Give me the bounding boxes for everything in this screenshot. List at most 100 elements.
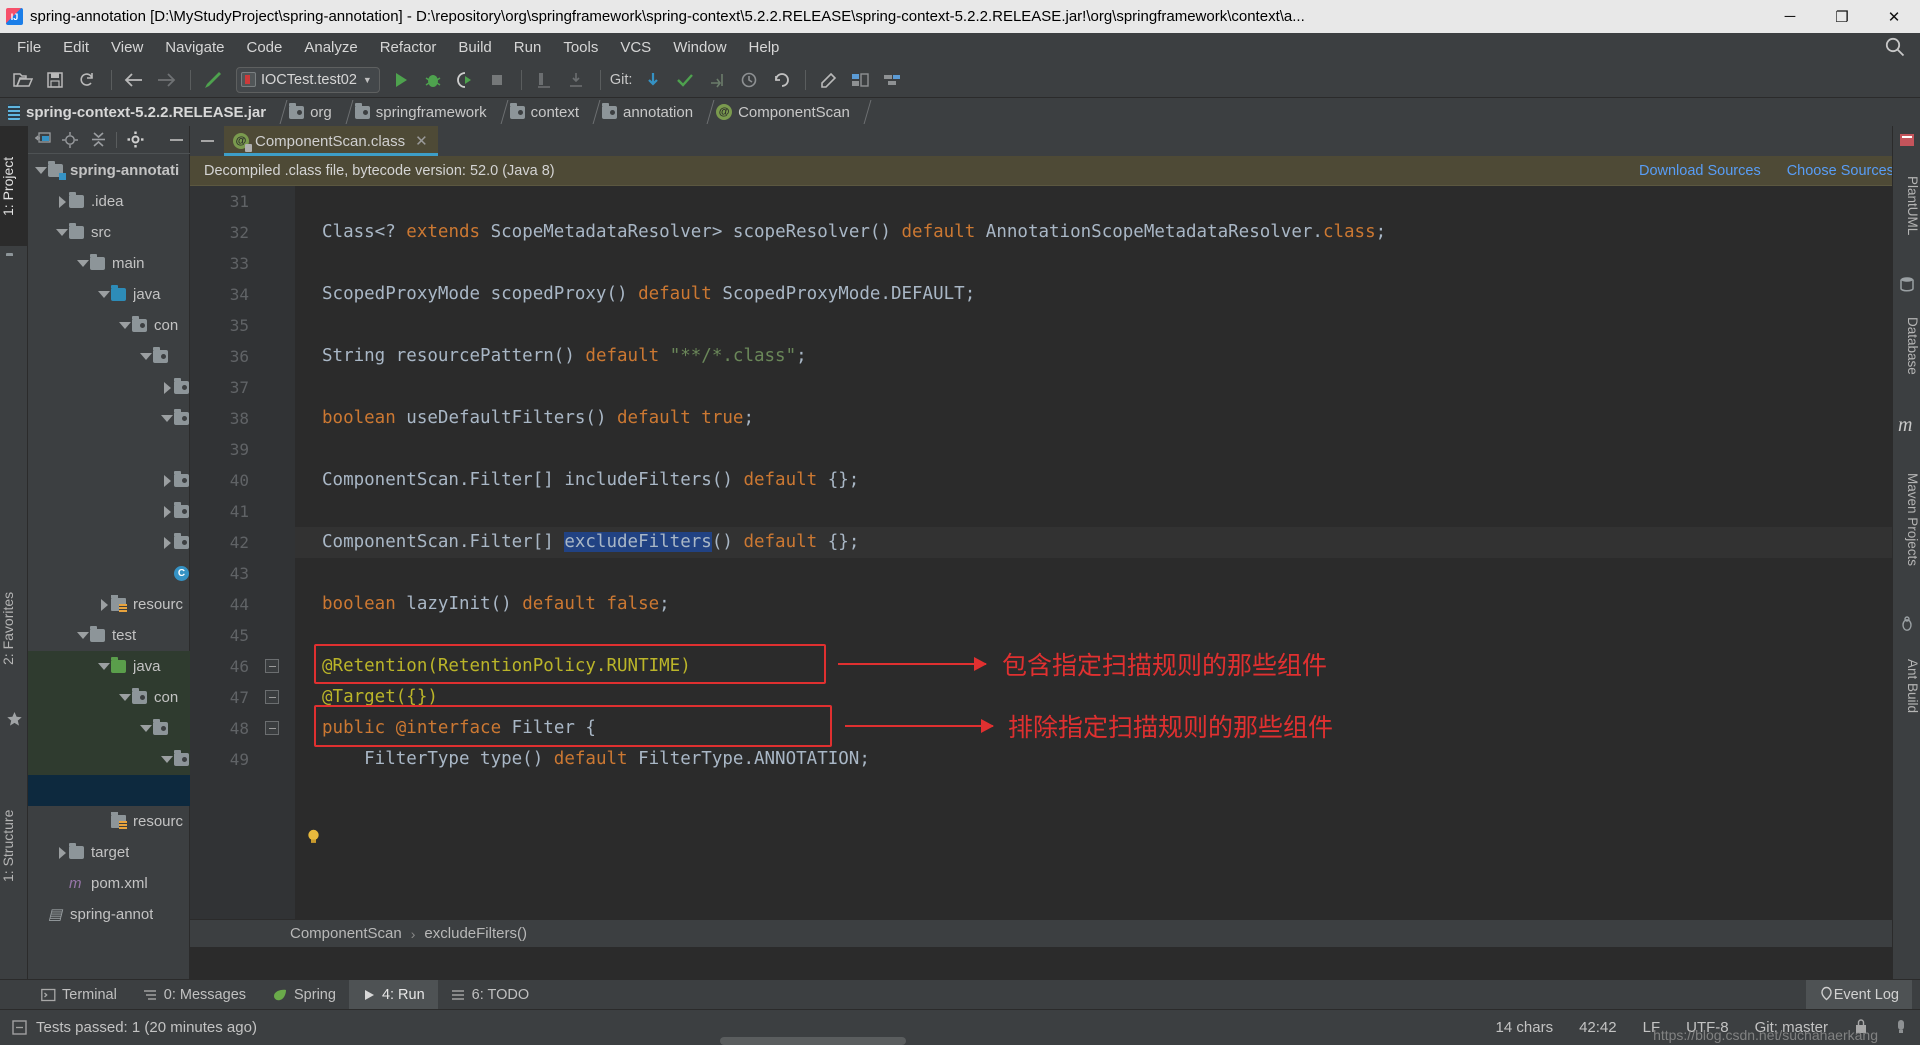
menu-view[interactable]: View (100, 36, 154, 59)
tree-row[interactable]: java (28, 279, 190, 310)
tree-row[interactable] (28, 372, 190, 403)
tree-row[interactable]: test (28, 620, 190, 651)
tree-row[interactable]: spring-annotati (28, 155, 190, 186)
breadcrumb-springframework[interactable]: springframework (354, 98, 490, 126)
tree-row[interactable]: m pom.xml (28, 868, 190, 899)
chevron-down-icon[interactable] (55, 229, 69, 236)
tree-row[interactable]: java (28, 651, 190, 682)
tree-row[interactable]: .idea (28, 186, 190, 217)
inspection-icon[interactable] (1894, 1018, 1908, 1038)
stop-icon[interactable] (482, 67, 512, 93)
tree-row[interactable]: con (28, 310, 190, 341)
tree-row[interactable] (28, 403, 190, 434)
tree-row[interactable] (28, 713, 190, 744)
forward-arrow-icon[interactable] (151, 67, 181, 93)
search-everywhere-icon[interactable] (1884, 36, 1906, 58)
project-tree[interactable]: spring-annotati .idea srcmain java con C Creso… (28, 155, 190, 979)
maximize-button[interactable]: ❐ (1816, 0, 1868, 33)
close-icon[interactable]: ✕ (415, 132, 428, 150)
code-view[interactable]: Class<? extends ScopeMetadataResolver> s… (295, 186, 1900, 919)
sidebar-item-structure[interactable]: 1: Structure (0, 771, 28, 921)
code-line[interactable]: FilterType type() default FilterType.ANN… (322, 744, 870, 775)
tree-row[interactable] (28, 341, 190, 372)
tree-row[interactable]: C (28, 434, 190, 465)
back-arrow-icon[interactable] (119, 67, 149, 93)
chevron-down-icon[interactable] (97, 291, 111, 298)
editor-breadcrumb-member[interactable]: excludeFilters() (424, 925, 527, 942)
menu-navigate[interactable]: Navigate (154, 36, 235, 59)
code-fold-icon[interactable] (265, 659, 279, 673)
menu-edit[interactable]: Edit (52, 36, 100, 59)
code-fold-icon[interactable] (265, 721, 279, 735)
tree-row[interactable]: target (28, 837, 190, 868)
chevron-down-icon[interactable] (139, 353, 153, 360)
git-push-icon[interactable] (702, 67, 732, 93)
menu-analyze[interactable]: Analyze (293, 36, 368, 59)
tree-row[interactable]: C (28, 558, 190, 589)
chevron-right-icon[interactable] (160, 506, 174, 518)
build-hammer-icon[interactable] (198, 67, 228, 93)
profiler-icon[interactable] (529, 67, 559, 93)
settings-gear-icon[interactable] (121, 128, 149, 152)
sync-icon[interactable] (72, 67, 102, 93)
minimize-button[interactable]: ─ (1764, 0, 1816, 33)
git-commit-icon[interactable] (670, 67, 700, 93)
code-line[interactable]: ScopedProxyMode scopedProxy() default Sc… (322, 279, 975, 310)
chevron-down-icon[interactable] (34, 167, 48, 174)
sidebar-item-plantuml[interactable]: PlantUML (1892, 152, 1920, 260)
choose-sources-link[interactable]: Choose Sources... (1787, 163, 1906, 179)
chevron-right-icon[interactable] (55, 847, 69, 859)
breadcrumb-jar[interactable]: spring-context-5.2.2.RELEASE.jar (8, 98, 269, 126)
tree-row[interactable] (28, 496, 190, 527)
code-line[interactable]: Class<? extends ScopeMetadataResolver> s… (322, 217, 1386, 248)
code-line[interactable]: @Target({}) (322, 682, 438, 713)
menu-code[interactable]: Code (235, 36, 293, 59)
git-rollback-icon[interactable] (766, 67, 796, 93)
run-with-coverage-icon[interactable] (450, 67, 480, 93)
code-line[interactable]: @Retention(RetentionPolicy.RUNTIME) (322, 651, 691, 682)
tree-row[interactable] (28, 744, 190, 775)
sidebar-item-maven-projects[interactable]: Maven Projects (1892, 444, 1920, 596)
breadcrumb-annotation[interactable]: annotation (602, 98, 696, 126)
tree-row[interactable] (28, 527, 190, 558)
chevron-right-icon[interactable] (97, 599, 111, 611)
breadcrumb-org[interactable]: org (289, 98, 335, 126)
bottom-tab-todo[interactable]: 6: TODO (438, 980, 542, 1010)
tab-componentscan-class[interactable]: @ ComponentScan.class ✕ (224, 126, 438, 156)
select-opened-file-icon[interactable] (28, 128, 56, 152)
hide-editor-icon[interactable] (190, 126, 224, 156)
editor-gutter[interactable]: 31 32 33 34 35 36 37 38 39 40 41 42 43 44 45 46 47 48 49 (190, 186, 295, 919)
bottom-tab-terminal[interactable]: Terminal (28, 980, 130, 1010)
sidebar-item-favorites[interactable]: 2: Favorites (0, 556, 28, 701)
breadcrumb-context[interactable]: context (509, 98, 582, 126)
chevron-right-icon[interactable] (160, 475, 174, 487)
sidebar-item-project[interactable]: 1: Project (0, 126, 28, 246)
chevron-down-icon[interactable] (76, 632, 90, 639)
save-icon[interactable] (40, 67, 70, 93)
tree-row[interactable] (28, 465, 190, 496)
bottom-tab-spring[interactable]: Spring (259, 980, 349, 1010)
thread-dump-icon[interactable] (561, 67, 591, 93)
close-button[interactable]: ✕ (1868, 0, 1920, 33)
tree-row[interactable]: C (28, 775, 190, 806)
status-caret-position[interactable]: 42:42 (1579, 1019, 1617, 1036)
horizontal-scrollbar-thumb[interactable] (720, 1037, 906, 1045)
menu-build[interactable]: Build (447, 36, 502, 59)
chevron-down-icon[interactable] (118, 694, 132, 701)
download-sources-link[interactable]: Download Sources (1639, 163, 1761, 179)
chevron-down-icon[interactable] (118, 322, 132, 329)
tree-row[interactable]: con (28, 682, 190, 713)
tree-row[interactable]: main (28, 248, 190, 279)
chevron-down-icon[interactable] (160, 415, 174, 422)
code-line[interactable]: String resourcePattern() default "**/*.c… (322, 341, 807, 372)
sidebar-item-database[interactable]: Database (1892, 296, 1920, 396)
chevron-down-icon[interactable] (97, 663, 111, 670)
debug-icon[interactable] (418, 67, 448, 93)
code-line[interactable]: boolean useDefaultFilters() default true… (322, 403, 754, 434)
menu-help[interactable]: Help (738, 36, 791, 59)
locate-icon[interactable] (56, 128, 84, 152)
menu-window[interactable]: Window (662, 36, 737, 59)
settings-icon[interactable] (813, 67, 843, 93)
menu-file[interactable]: File (6, 36, 52, 59)
structure-icon[interactable] (845, 67, 875, 93)
